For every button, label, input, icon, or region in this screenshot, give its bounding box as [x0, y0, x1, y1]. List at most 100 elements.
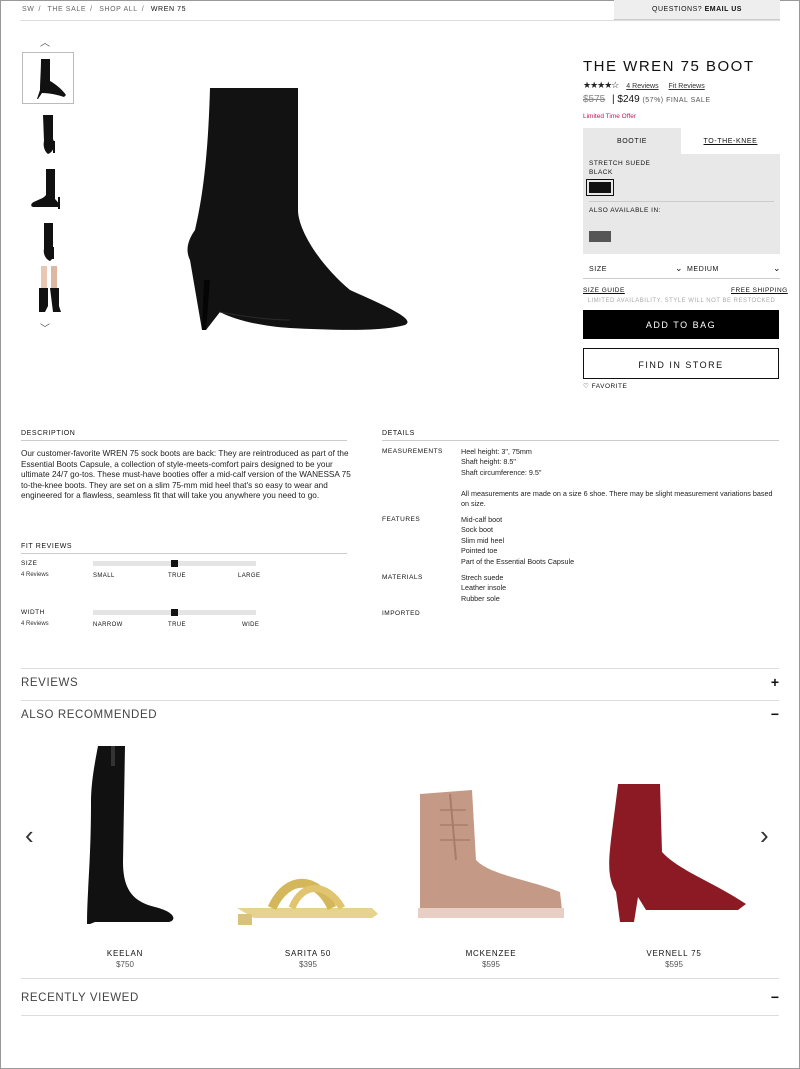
- carousel-next-icon[interactable]: ›: [760, 820, 769, 851]
- feature-item: Slim mid heel: [461, 535, 505, 545]
- breadcrumb-link-sale[interactable]: THE SALE: [47, 6, 86, 13]
- also-available-label: ALSO AVAILABLE IN:: [589, 207, 661, 214]
- fit-width-wide: WIDE: [242, 622, 260, 628]
- product-name: KEELAN: [106, 949, 144, 958]
- size-label: SIZE: [589, 266, 607, 273]
- also-recommended-accordion[interactable]: ALSO RECOMMENDED −: [21, 700, 779, 728]
- thumbnail-3[interactable]: [22, 162, 74, 214]
- materials-label: MATERIALS: [382, 574, 423, 581]
- breadcrumb-link-sw[interactable]: SW: [22, 6, 34, 13]
- discount-label: (57%) FINAL SALE: [642, 97, 711, 104]
- favorite-button[interactable]: ♡ FAVORITE: [583, 382, 627, 390]
- carousel-prev-icon[interactable]: ‹: [25, 820, 34, 851]
- imported-label: IMPORTED: [382, 610, 421, 617]
- sale-price: $249: [617, 94, 640, 105]
- fit-size-marker: [171, 560, 178, 567]
- color-swatch-grey[interactable]: [589, 231, 611, 242]
- original-price: $575: [583, 94, 606, 105]
- recommended-product-keelan[interactable]: KEELAN $750: [50, 949, 200, 969]
- thumbnail-4[interactable]: [22, 216, 74, 268]
- description-text: Our customer-favorite WREN 75 sock boots…: [21, 449, 351, 500]
- measurements-label: MEASUREMENTS: [382, 448, 443, 455]
- fit-width-count: 4 Reviews: [21, 621, 49, 627]
- price-row: $575 | $249 (57%) FINAL SALE: [583, 94, 711, 105]
- variant-box: BOOTIE TO-THE-KNEE STRETCH SUEDE BLACK A…: [583, 128, 780, 254]
- feature-item: Part of the Essential Boots Capsule: [461, 556, 575, 566]
- product-image-mckenzee[interactable]: [410, 780, 570, 920]
- also-recommended-label: ALSO RECOMMENDED: [21, 709, 158, 721]
- recently-viewed-label: RECENTLY VIEWED: [21, 992, 139, 1004]
- product-name: VERNELL 75: [646, 949, 702, 958]
- questions-box: QUESTIONS? EMAIL US: [614, 0, 780, 20]
- main-product-image: [180, 80, 420, 335]
- heart-icon: ♡: [583, 383, 590, 390]
- fit-size-count: 4 Reviews: [21, 572, 49, 578]
- collapse-minus-icon[interactable]: −: [771, 706, 779, 722]
- recently-viewed-accordion[interactable]: RECENTLY VIEWED −: [21, 978, 779, 1016]
- fit-reviews-heading: FIT REVIEWS: [21, 543, 347, 554]
- tab-to-the-knee[interactable]: TO-THE-KNEE: [681, 128, 780, 154]
- size-chevron-icon: ⌄: [675, 263, 684, 273]
- collapse-minus-icon[interactable]: −: [771, 989, 779, 1005]
- product-image-sarita[interactable]: [232, 870, 382, 925]
- rating-stars-icon: ★★★★☆: [583, 80, 619, 90]
- recommended-product-mckenzee[interactable]: MCKENZEE $595: [416, 949, 566, 969]
- fit-reviews-link[interactable]: Fit Reviews: [669, 83, 705, 90]
- rating-row: ★★★★☆ 4 Reviews Fit Reviews: [583, 80, 713, 91]
- product-price: $750: [116, 960, 134, 969]
- add-to-bag-button[interactable]: ADD TO BAG: [583, 310, 779, 339]
- fit-size-small: SMALL: [93, 573, 115, 579]
- product-price: $395: [299, 960, 317, 969]
- size-guide-link[interactable]: SIZE GUIDE: [583, 287, 625, 294]
- product-image-vernell[interactable]: [598, 782, 753, 922]
- fit-size-large: LARGE: [238, 573, 261, 579]
- thumbnail-1[interactable]: [22, 52, 74, 104]
- breadcrumb: SW / THE SALE / SHOP ALL / WREN 75: [22, 6, 187, 13]
- thumbnail-2[interactable]: [22, 108, 74, 160]
- material-item: Leather insole: [461, 583, 507, 593]
- color-label: BLACK: [589, 169, 613, 176]
- measurement-shaft-height: Shaft height: 8.5": [461, 457, 516, 467]
- find-in-store-button[interactable]: FIND IN STORE: [583, 348, 779, 379]
- product-image-keelan[interactable]: [65, 742, 185, 927]
- product-price: $595: [482, 960, 500, 969]
- product-name: SARITA 50: [284, 949, 332, 958]
- tab-bootie[interactable]: BOOTIE: [583, 128, 681, 154]
- thumb-up-icon[interactable]: ︿: [40, 34, 50, 49]
- feature-item: Sock boot: [461, 525, 493, 535]
- material-item: Rubber sole: [461, 593, 500, 603]
- size-value: MEDIUM: [687, 266, 719, 273]
- features-label: FEATURES: [382, 516, 421, 523]
- measurements-list: Heel height: 3", 75mm Shaft height: 8.5"…: [461, 447, 541, 478]
- email-us-link[interactable]: EMAIL US: [705, 6, 742, 13]
- details-heading: DETAILS: [382, 430, 779, 441]
- expand-plus-icon[interactable]: +: [771, 674, 779, 690]
- size-select[interactable]: SIZE ⌄ MEDIUM ⌄: [583, 261, 782, 279]
- favorite-label: FAVORITE: [591, 383, 628, 390]
- measurement-heel: Heel height: 3", 75mm: [461, 447, 532, 456]
- thumbnail-5[interactable]: [22, 266, 74, 316]
- fit-size-bar: [93, 560, 256, 567]
- feature-item: Mid-calf boot: [461, 515, 503, 524]
- reviews-accordion[interactable]: REVIEWS +: [21, 668, 779, 696]
- limited-offer-label: Limited Time Offer: [583, 113, 636, 120]
- recommended-product-vernell[interactable]: VERNELL 75 $595: [599, 949, 749, 969]
- size-dropdown-icon: ⌄: [773, 263, 782, 273]
- recommended-product-sarita[interactable]: SARITA 50 $395: [233, 949, 383, 969]
- breadcrumb-link-shop-all[interactable]: SHOP ALL: [99, 6, 138, 13]
- top-bar: SW / THE SALE / SHOP ALL / WREN 75 QUESTION…: [20, 0, 780, 21]
- reviews-accordion-label: REVIEWS: [21, 677, 79, 689]
- fit-size-true: TRUE: [168, 573, 186, 579]
- questions-label: QUESTIONS?: [652, 6, 703, 13]
- product-name: MCKENZEE: [465, 949, 517, 958]
- reviews-link[interactable]: 4 Reviews: [626, 83, 658, 90]
- material-item: Strech suede: [461, 573, 504, 582]
- fit-width-narrow: NARROW: [93, 622, 123, 628]
- feature-item: Pointed toe: [461, 546, 498, 556]
- free-shipping-link[interactable]: FREE SHIPPING: [731, 287, 788, 294]
- color-swatch-black[interactable]: [586, 179, 614, 196]
- measurement-shaft-circumference: Shaft circumference: 9.5": [461, 467, 542, 477]
- fit-width-bar: [93, 609, 256, 616]
- product-price: $595: [665, 960, 683, 969]
- thumb-down-icon[interactable]: ﹀: [40, 320, 50, 335]
